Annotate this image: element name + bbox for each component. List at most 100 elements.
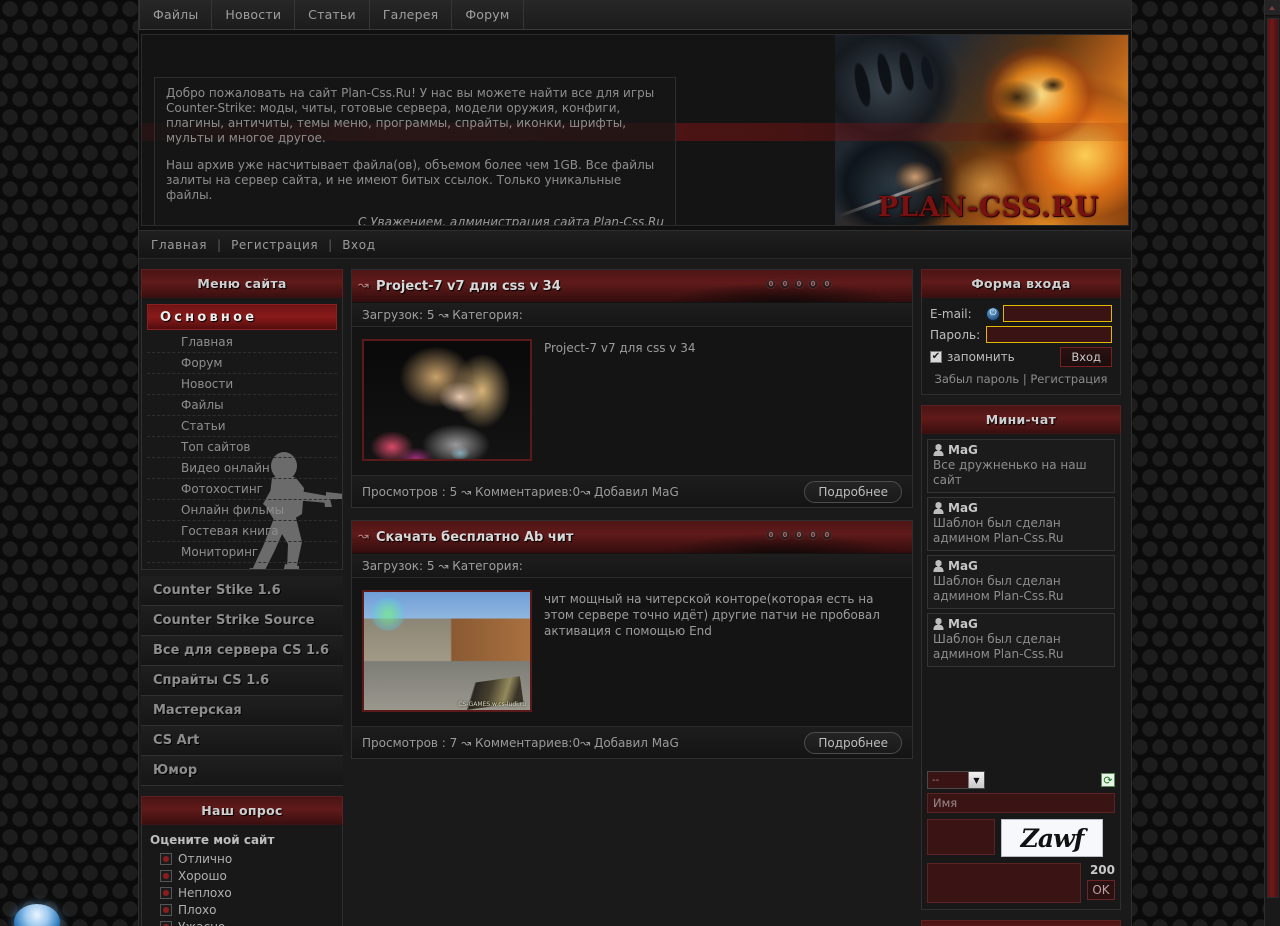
thumbnail-watermark: CS-GAMES.w.cs-ludi.ru (458, 701, 526, 708)
chat-smiley-select[interactable]: -- ▼ (927, 771, 985, 789)
main-content: Project-7 v7 для css v 34 0 0 0 0 0 Загр… (351, 269, 913, 919)
breadcrumb-item-register[interactable]: Регистрация (221, 238, 328, 252)
chat-message-row: 200 OK (927, 863, 1115, 903)
article-header: Project-7 v7 для css v 34 0 0 0 0 0 (352, 270, 912, 303)
menu-link-articles[interactable]: Статьи (147, 416, 337, 437)
top-navigation: Файлы Новости Статьи Галерея Форум (139, 0, 1131, 30)
category-humor[interactable]: Юмор (141, 756, 343, 786)
category-cs16[interactable]: Counter Stike 1.6 (141, 576, 343, 606)
chevron-down-icon[interactable]: ▼ (968, 772, 984, 788)
rating-stars[interactable]: 0 0 0 0 0 (766, 530, 832, 540)
desktop-background: Файлы Новости Статьи Галерея Форум PLAN-… (0, 0, 1280, 926)
menu-link-news[interactable]: Новости (147, 374, 337, 395)
scrollbar-up-arrow[interactable] (1265, 0, 1280, 16)
poll-option-label: Ужасно (178, 920, 225, 926)
breadcrumb-item-login[interactable]: Вход (332, 238, 385, 252)
chat-user-row: MaG (933, 443, 1109, 457)
chat-send-button[interactable]: OK (1087, 880, 1115, 900)
radio-icon[interactable] (160, 869, 172, 882)
menu-link-video[interactable]: Видео онлайн (147, 458, 337, 479)
nav-tab-articles[interactable]: Статьи (295, 0, 370, 29)
nav-tab-files[interactable]: Файлы (140, 0, 213, 29)
chat-message: MaG Все дружненько на наш сайт (927, 439, 1115, 493)
chat-message-textarea[interactable] (927, 863, 1081, 903)
chat-username[interactable]: MaG (948, 443, 978, 457)
rating-star[interactable]: 0 (822, 530, 832, 540)
login-button[interactable]: Вход (1060, 347, 1112, 367)
rating-stars[interactable]: 0 0 0 0 0 (766, 279, 832, 289)
register-link[interactable]: Регистрация (1030, 372, 1107, 386)
category-css[interactable]: Counter Strike Source (141, 606, 343, 636)
article-thumbnail[interactable] (362, 339, 532, 461)
poll-option-row[interactable]: Хорошо (150, 867, 334, 884)
poll-option-row[interactable]: Ужасно (150, 918, 334, 926)
site-logo: PLAN-CSS.RU (877, 192, 1100, 223)
poll-option-label: Плохо (178, 902, 217, 917)
checkbox-icon[interactable]: ✔ (930, 351, 942, 363)
poll-block: Наш опрос Оцените мой сайт Отлично Хорош… (141, 796, 343, 926)
captcha-input[interactable] (927, 819, 995, 855)
article-meta: Загрузок: 5 ↝ Категория: (352, 554, 912, 578)
right-sidebar: Форма входа E-mail: ⏻ Пароль: ✔ запомнит… (921, 269, 1121, 926)
article-more-button[interactable]: Подробнее (804, 731, 902, 754)
radio-icon[interactable] (160, 920, 172, 926)
article-thumbnail[interactable]: CS-GAMES.w.cs-ludi.ru (362, 590, 532, 712)
menu-link-home[interactable]: Главная (147, 332, 337, 353)
article-card: Скачать бесплатно Ab чит 0 0 0 0 0 Загру… (351, 520, 913, 759)
article-title[interactable]: Project-7 v7 для css v 34 (352, 278, 561, 294)
category-cs-art[interactable]: CS Art (141, 726, 343, 756)
radio-icon[interactable] (160, 852, 172, 865)
chat-name-input[interactable]: Имя (927, 793, 1115, 813)
rating-star[interactable]: 0 (808, 530, 818, 540)
rating-star[interactable]: 0 (766, 530, 776, 540)
menu-link-monitoring[interactable]: Мониторинг (147, 542, 337, 563)
forgot-password-link[interactable]: Забыл пароль (935, 372, 1020, 386)
chat-user-row: MaG (933, 501, 1109, 515)
rating-star[interactable]: 0 (794, 530, 804, 540)
email-field[interactable] (1003, 305, 1112, 322)
article-title[interactable]: Скачать бесплатно Ab чит (352, 529, 573, 545)
chat-username[interactable]: MaG (948, 501, 978, 515)
radio-icon[interactable] (160, 903, 172, 916)
scrollbar-thumb[interactable] (1267, 18, 1279, 898)
chat-username[interactable]: MaG (948, 617, 978, 631)
category-sprites[interactable]: Спрайты CS 1.6 (141, 666, 343, 696)
page-scrollbar[interactable] (1264, 0, 1280, 926)
refresh-icon[interactable]: ⟳ (1101, 773, 1115, 787)
menu-link-files[interactable]: Файлы (147, 395, 337, 416)
poll-body: Оцените мой сайт Отлично Хорошо Неплохо (141, 824, 343, 926)
breadcrumb-item-home[interactable]: Главная (151, 238, 217, 252)
rating-star[interactable]: 0 (794, 279, 804, 289)
mini-chat-title: Мини-чат (921, 405, 1121, 433)
category-workshop[interactable]: Мастерская (141, 696, 343, 726)
power-icon[interactable]: ⏻ (986, 306, 1000, 321)
start-orb[interactable] (14, 904, 60, 926)
menu-link-movies[interactable]: Онлайн фильмы (147, 500, 337, 521)
rating-star[interactable]: 0 (822, 279, 832, 289)
poll-option-row[interactable]: Неплохо (150, 884, 334, 901)
rating-star[interactable]: 0 (808, 279, 818, 289)
remember-me-row[interactable]: ✔ запомнить (930, 350, 1015, 364)
rating-star[interactable]: 0 (780, 530, 790, 540)
poll-option-row[interactable]: Отлично (150, 850, 334, 867)
article-more-button[interactable]: Подробнее (804, 480, 902, 503)
menu-link-top-sites[interactable]: Топ сайтов (147, 437, 337, 458)
poll-option-label: Отлично (178, 851, 233, 866)
chat-username[interactable]: MaG (948, 559, 978, 573)
nav-tab-gallery[interactable]: Галерея (370, 0, 453, 29)
menu-link-forum[interactable]: Форум (147, 353, 337, 374)
poll-option-label: Хорошо (178, 868, 227, 883)
password-field[interactable] (986, 326, 1112, 343)
rating-star[interactable]: 0 (780, 279, 790, 289)
email-row: E-mail: ⏻ (930, 305, 1112, 322)
nav-tab-forum[interactable]: Форум (452, 0, 524, 29)
poll-question: Оцените мой сайт (150, 833, 275, 847)
menu-link-guestbook[interactable]: Гостевая книга (147, 521, 337, 542)
menu-link-photohost[interactable]: Фотохостинг (147, 479, 337, 500)
category-server-cs16[interactable]: Все для сервера CS 1.6 (141, 636, 343, 666)
nav-tab-news[interactable]: Новости (212, 0, 296, 29)
radio-icon[interactable] (160, 886, 172, 899)
rating-star[interactable]: 0 (766, 279, 776, 289)
article-description: чит мощный на читерской конторе(которая … (544, 592, 880, 638)
poll-option-row[interactable]: Плохо (150, 901, 334, 918)
